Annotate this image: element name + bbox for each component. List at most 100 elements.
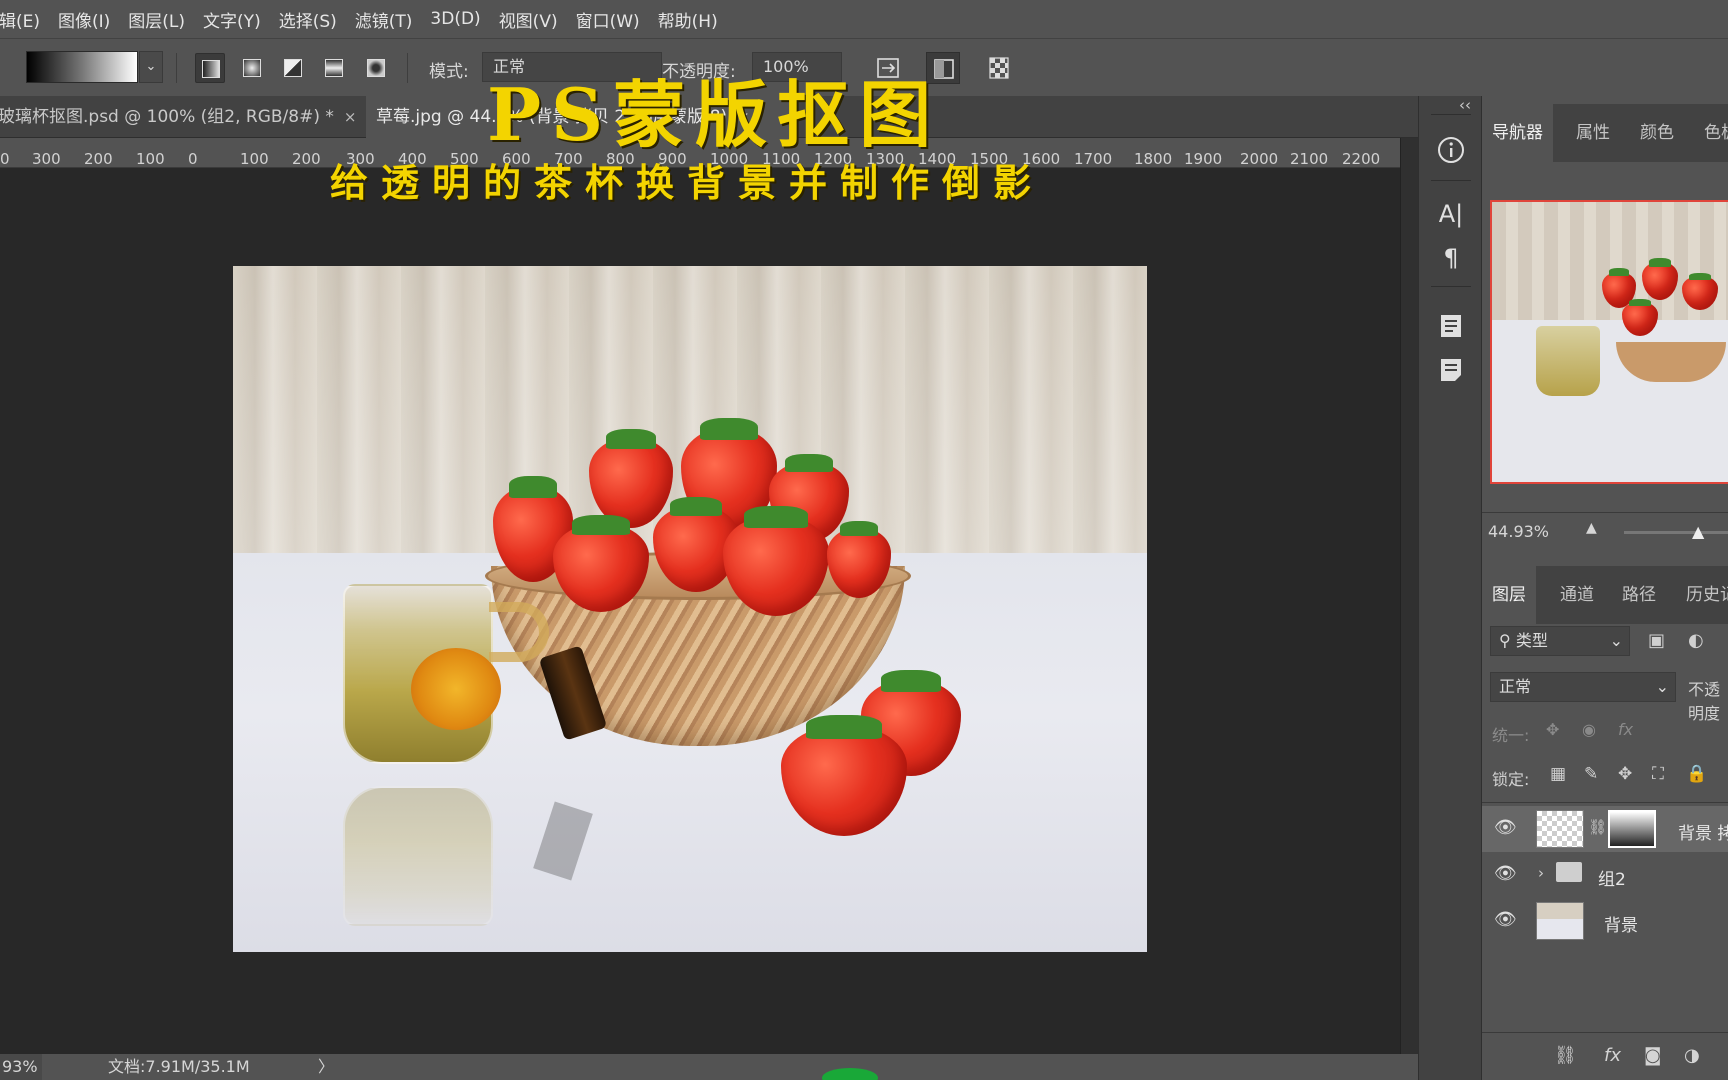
adjustment-layer-icon[interactable]: ◑: [1684, 1045, 1700, 1066]
linear-gradient-button[interactable]: [195, 53, 225, 83]
angle-gradient-button[interactable]: [278, 53, 308, 83]
ruler-tick: 1700: [1074, 150, 1113, 168]
overlay-title: PS蒙版抠图: [487, 72, 942, 157]
navigator-zoom-row: 44.93% ▲ ▲: [1482, 512, 1728, 550]
collapse-icon[interactable]: ‹‹: [1459, 96, 1471, 114]
close-icon[interactable]: ×: [344, 108, 355, 126]
info-icon[interactable]: [1435, 134, 1467, 166]
lock-label: 锁定:: [1492, 770, 1530, 789]
search-icon: ⚲: [1499, 631, 1516, 650]
tab-swatches[interactable]: 色板: [1704, 104, 1728, 162]
zoom-out-icon[interactable]: ▲: [1586, 520, 1597, 536]
zoom-level[interactable]: 93%: [0, 1054, 42, 1080]
menu-image[interactable]: 图像(I): [49, 7, 119, 32]
layers-footer: ⛓ fx ◙ ◑: [1482, 1032, 1728, 1080]
lock-artboard-icon[interactable]: ⛶: [1652, 764, 1664, 784]
eye-icon[interactable]: 👁: [1494, 864, 1517, 884]
ruler-tick: 300: [32, 150, 61, 168]
tab-history[interactable]: 历史记录: [1686, 566, 1728, 624]
tab-layers[interactable]: 图层: [1482, 566, 1536, 624]
ruler-tick: 2200: [1342, 150, 1381, 168]
ruler-tick: 100: [240, 150, 269, 168]
ruler-tick: 100: [136, 150, 165, 168]
menu-bar: 辑(E) 图像(I) 图层(L) 文字(Y) 选择(S) 滤镜(T) 3D(D)…: [0, 0, 1728, 38]
blend-mode-value: 正常: [1499, 677, 1532, 696]
menu-filter[interactable]: 滤镜(T): [346, 7, 422, 32]
lock-all-icon[interactable]: 🔒: [1686, 764, 1707, 784]
paragraph-icon[interactable]: ¶: [1435, 242, 1467, 274]
cup-reflection: [343, 786, 493, 926]
photoshop-window: 辑(E) 图像(I) 图层(L) 文字(Y) 选择(S) 滤镜(T) 3D(D)…: [0, 0, 1728, 1080]
diamond-gradient-button[interactable]: [361, 53, 391, 83]
transparency-icon[interactable]: [982, 52, 1016, 84]
menu-edit[interactable]: 辑(E): [0, 7, 49, 32]
divider: [1431, 114, 1471, 115]
menu-layer[interactable]: 图层(L): [119, 7, 194, 32]
layer-filter-select[interactable]: ⚲ 类型 ⌄: [1490, 626, 1630, 656]
lock-position-icon[interactable]: ✥: [1618, 764, 1632, 784]
tab-color[interactable]: 颜色: [1640, 104, 1674, 162]
chevron-down-icon[interactable]: ⌄: [139, 51, 163, 83]
ruler-tick: 2000: [1240, 150, 1279, 168]
fx-icon[interactable]: fx: [1604, 1045, 1621, 1066]
lock-transparency-icon[interactable]: ▦: [1550, 764, 1566, 784]
divider: [407, 53, 408, 83]
chevron-down-icon: ⌄: [1655, 677, 1669, 696]
ruler-tick: 200: [292, 150, 321, 168]
document-canvas-image[interactable]: [233, 266, 1147, 952]
tab-label: 玻璃杯抠图.psd @ 100% (组2, RGB/8#) *: [0, 107, 334, 127]
menu-view[interactable]: 视图(V): [490, 7, 567, 32]
layer-mask-thumbnail[interactable]: [1608, 810, 1656, 848]
adjustment-filter-icon[interactable]: ◐: [1688, 630, 1704, 651]
image-filter-icon[interactable]: ▣: [1648, 630, 1665, 651]
lock-brush-icon[interactable]: ✎: [1584, 764, 1598, 784]
tab-glass-cup-psd[interactable]: 玻璃杯抠图.psd @ 100% (组2, RGB/8#) * ×: [0, 96, 355, 138]
ruler-tick: 2100: [1290, 150, 1329, 168]
tab-channels[interactable]: 通道: [1560, 566, 1594, 624]
navigator-preview[interactable]: [1490, 200, 1728, 484]
tab-navigator[interactable]: 导航器: [1482, 104, 1553, 162]
navigator-tabs: 导航器 属性 颜色 色板: [1482, 104, 1728, 162]
unify-style-icon: fx: [1618, 720, 1634, 739]
character-icon[interactable]: A|: [1435, 198, 1467, 230]
cup-handle: [489, 602, 549, 662]
menu-type[interactable]: 文字(Y): [194, 7, 270, 32]
gradient-picker[interactable]: [26, 51, 138, 83]
menu-help[interactable]: 帮助(H): [649, 7, 727, 32]
layer-row[interactable]: 👁 ⛓ 背景 拷贝 2: [1482, 806, 1728, 852]
link-icon[interactable]: ⛓: [1588, 818, 1607, 836]
link-layers-icon[interactable]: ⛓: [1554, 1045, 1577, 1066]
menu-3d[interactable]: 3D(D): [421, 9, 489, 29]
tab-paths[interactable]: 路径: [1622, 566, 1656, 624]
glyphs-icon[interactable]: [1435, 310, 1467, 342]
eye-icon[interactable]: 👁: [1494, 910, 1517, 930]
unify-position-icon: ✥: [1546, 720, 1560, 739]
layer-name: 组2: [1598, 870, 1626, 890]
zoom-slider-track[interactable]: [1624, 531, 1728, 534]
layer-row[interactable]: 👁 背景: [1482, 898, 1728, 944]
tab-properties[interactable]: 属性: [1576, 104, 1610, 162]
notes-icon[interactable]: [1435, 354, 1467, 386]
add-mask-icon[interactable]: ◙: [1644, 1045, 1661, 1066]
chevron-right-icon[interactable]: ›: [1538, 864, 1544, 882]
menu-window[interactable]: 窗口(W): [567, 7, 649, 32]
reflected-gradient-button[interactable]: [319, 53, 349, 83]
layer-row[interactable]: 👁 › 组2: [1482, 852, 1728, 898]
menu-select[interactable]: 选择(S): [270, 7, 346, 32]
zoom-slider-handle[interactable]: ▲: [1692, 522, 1704, 541]
collapsed-panel-strip: ‹‹ A| ¶: [1418, 96, 1482, 1080]
navigator-zoom-value[interactable]: 44.93%: [1488, 522, 1549, 541]
ruler-tick: 200: [84, 150, 113, 168]
layers-tabs: 图层 通道 路径 历史记录: [1482, 566, 1728, 624]
radial-gradient-button[interactable]: [237, 53, 267, 83]
filter-label: 类型: [1515, 631, 1548, 650]
overlay-subtitle: 给透明的茶杯换背景并制作倒影: [330, 161, 1045, 205]
mode-label: 模式:: [429, 62, 469, 82]
blend-mode-select[interactable]: 正常 ⌄: [1490, 672, 1676, 702]
eye-icon[interactable]: 👁: [1494, 818, 1517, 838]
layer-thumbnail: [1536, 902, 1584, 940]
status-menu-arrow[interactable]: 〉: [318, 1054, 334, 1080]
document-size: 文档:7.91M/35.1M: [108, 1057, 250, 1076]
folder-icon: [1556, 862, 1582, 882]
vertical-scrollbar[interactable]: [1400, 138, 1418, 1054]
